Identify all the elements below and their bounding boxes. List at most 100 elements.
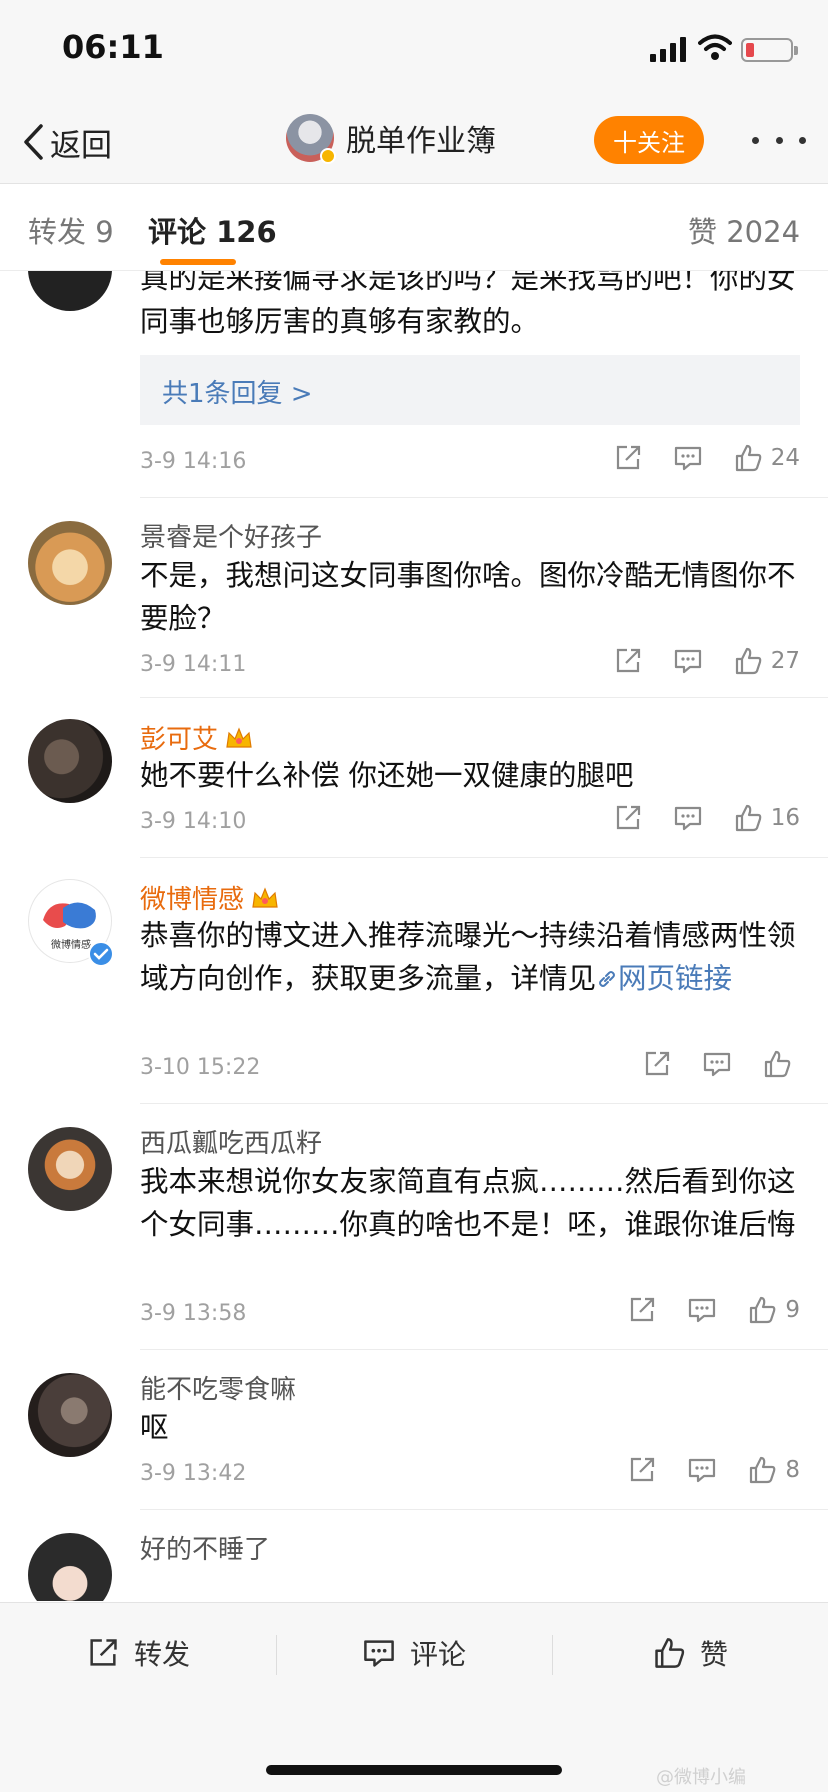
comment-actions: 27 (613, 646, 800, 676)
author-avatar[interactable] (286, 114, 336, 164)
commenter-name[interactable]: 景睿是个好孩子 (140, 517, 322, 554)
reply-count-link[interactable]: 共1条回复 > (140, 355, 800, 425)
like-count: 16 (770, 805, 800, 831)
tab-comment[interactable]: 评论 126 (148, 209, 277, 251)
commenter-name-label: 微博情感 (140, 885, 245, 915)
thumbs-up-icon (750, 1296, 776, 1324)
tab-active-indicator (160, 259, 236, 265)
thumbs-up-icon (764, 1050, 791, 1078)
status-bar: 06:11 (0, 0, 828, 100)
repost-button[interactable]: 转发 (86, 1627, 190, 1679)
verified-blue-icon (88, 941, 114, 967)
more-options-icon[interactable] (752, 118, 806, 162)
divider (140, 857, 828, 858)
verified-badge-icon (320, 148, 336, 164)
home-indicator[interactable] (266, 1765, 562, 1775)
comment-icon[interactable] (673, 646, 703, 676)
share-icon[interactable] (613, 646, 643, 676)
comment-actions: 8 (627, 1455, 800, 1485)
vip-crown-icon (226, 726, 252, 748)
commenter-avatar[interactable] (28, 719, 112, 803)
comment-time: 3-9 13:58 (140, 1301, 247, 1326)
like-button[interactable]: 24 (733, 443, 800, 473)
divider (552, 1635, 553, 1675)
comment-time: 3-9 14:16 (140, 449, 247, 474)
comment-time: 3-9 14:11 (140, 652, 247, 677)
like-button[interactable]: 27 (733, 646, 800, 676)
share-icon[interactable] (613, 803, 643, 833)
like-button[interactable]: 8 (747, 1455, 800, 1485)
comment-icon[interactable] (687, 1455, 717, 1485)
share-icon[interactable] (627, 1295, 657, 1325)
commenter-avatar[interactable] (28, 1533, 112, 1601)
like-button[interactable]: 赞 (652, 1627, 728, 1679)
comment-actions: 16 (613, 803, 800, 833)
comment-button[interactable]: 评论 (362, 1627, 466, 1679)
signal-icon (650, 37, 686, 62)
like-count: 8 (785, 1457, 800, 1483)
commenter-avatar[interactable] (28, 1373, 112, 1457)
follow-button[interactable]: 十关注 (594, 116, 704, 164)
share-icon (90, 1639, 117, 1666)
divider (140, 1103, 828, 1104)
comment-time: 3-9 13:42 (140, 1461, 247, 1486)
tab-like[interactable]: 赞 2024 (688, 209, 800, 251)
like-button[interactable]: 16 (733, 803, 800, 833)
status-time: 06:11 (62, 28, 164, 66)
comment-icon[interactable] (702, 1049, 732, 1079)
thumbs-up-icon (655, 1638, 685, 1668)
divider (276, 1635, 277, 1675)
nav-title[interactable]: 脱单作业簿 (286, 114, 496, 164)
divider (140, 1349, 828, 1350)
thumbs-up-icon (735, 804, 762, 832)
commenter-name[interactable]: 西瓜瓤吃西瓜籽 (140, 1123, 322, 1160)
divider (140, 1509, 828, 1510)
repost-label: 转发 (134, 1638, 191, 1671)
comment-icon (364, 1640, 394, 1667)
commenter-avatar[interactable] (28, 1127, 112, 1211)
thumbs-up-icon (735, 647, 762, 675)
tab-bar: 转发 9 评论 126 赞 2024 (0, 185, 828, 271)
tab-repost[interactable]: 转发 9 (28, 209, 114, 251)
comment-label: 评论 (410, 1638, 467, 1671)
author-name: 脱单作业簿 (346, 124, 496, 159)
comment-actions: 9 (627, 1295, 800, 1325)
web-link-label: 网页链接 (618, 962, 733, 995)
like-count: 24 (770, 445, 800, 471)
like-button[interactable] (762, 1049, 800, 1079)
share-icon[interactable] (627, 1455, 657, 1485)
comment-icon[interactable] (687, 1295, 717, 1325)
like-button[interactable]: 9 (747, 1295, 800, 1325)
share-icon[interactable] (613, 443, 643, 473)
comment-text: 呕 (140, 1411, 169, 1444)
commenter-name[interactable]: 能不吃零食嘛 (140, 1369, 296, 1406)
wifi-icon (698, 34, 732, 60)
back-label: 返回 (50, 127, 112, 164)
nav-bar: 返回 脱单作业簿 十关注 (0, 100, 828, 184)
comment-text: 我本来想说你女友家简直有点疯………然后看到你这个女同事………你真的啥也不是！呸，… (140, 1165, 796, 1241)
share-icon[interactable] (642, 1049, 672, 1079)
divider (140, 697, 828, 698)
comment-actions (642, 1049, 800, 1079)
bottom-action-bar: 转发 评论 赞 @微博小编 (0, 1602, 828, 1792)
comment-text: 恭喜你的博文进入推荐流曝光～持续沿着情感两性领域方向创作，获取更多流量，详情见网… (140, 914, 802, 1000)
like-count: 9 (785, 1297, 800, 1323)
comment-time: 3-10 15:22 (140, 1055, 261, 1080)
commenter-name-label: 彭可艾 (140, 725, 219, 755)
comment-icon[interactable] (673, 443, 703, 473)
chevron-left-icon (24, 124, 43, 160)
comment-list[interactable]: 真的是来接偏寻求是该的吗？是来找骂的吧！你的女同事也够厉害的真够有家教的。 共1… (0, 271, 828, 1601)
like-count: 27 (770, 648, 800, 674)
link-icon (599, 971, 616, 987)
thumbs-up-icon (750, 1456, 776, 1484)
commenter-avatar[interactable] (28, 521, 112, 605)
back-button[interactable]: 返回 (22, 120, 112, 164)
comment-text: 她不要什么补偿 你还她一双健康的腿吧 (140, 759, 634, 792)
comment-icon[interactable] (673, 803, 703, 833)
watermark: @微博小编 (656, 1767, 746, 1788)
commenter-avatar[interactable] (28, 271, 112, 311)
commenter-name[interactable]: 好的不睡了 (140, 1529, 270, 1566)
commenter-name[interactable]: 彭可艾 (140, 719, 254, 756)
web-link[interactable]: 网页链接 (596, 962, 732, 995)
commenter-name[interactable]: 微博情感 (140, 879, 280, 916)
